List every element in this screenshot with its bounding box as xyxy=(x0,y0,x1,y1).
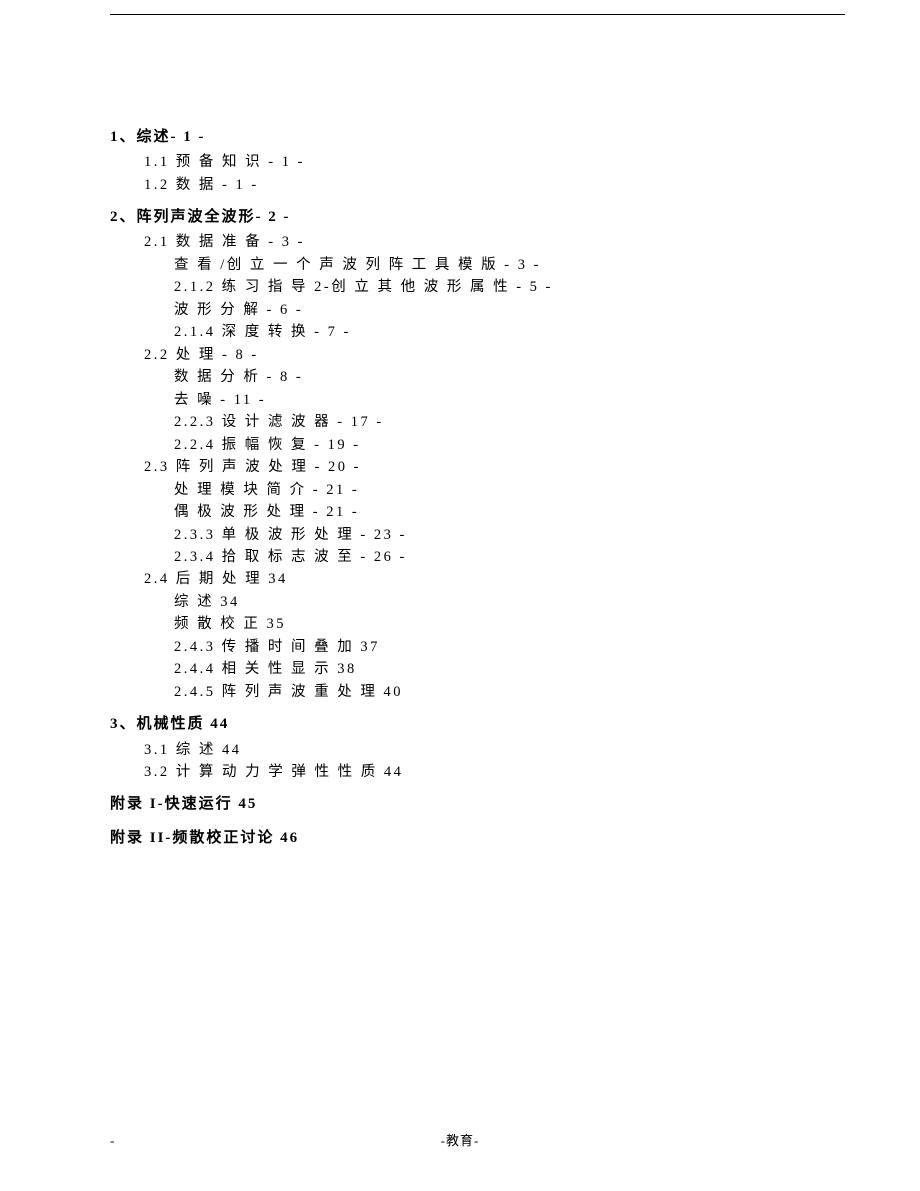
toc-appendix-1: 附录 I-快速运行 45 xyxy=(110,793,810,816)
toc-subitem: 2.1.4 深 度 转 换 - 7 - xyxy=(174,321,810,343)
toc-subitem: 2.2.3 设 计 滤 波 器 - 17 - xyxy=(174,411,810,433)
toc-subitem: 去 噪 - 11 - xyxy=(174,389,810,411)
toc-subitem: 2.4.5 阵 列 声 波 重 处 理 40 xyxy=(174,681,810,703)
toc-section-3: 3、机械性质 44 xyxy=(110,713,810,736)
toc-content: 1、综述- 1 - 1.1 预 备 知 识 - 1 - 1.2 数 据 - 1 … xyxy=(110,0,810,850)
toc-section-1: 1、综述- 1 - xyxy=(110,126,810,149)
toc-item: 1.2 数 据 - 1 - xyxy=(144,174,810,196)
toc-item: 2.1 数 据 准 备 - 3 - xyxy=(144,231,810,253)
toc-item: 3.2 计 算 动 力 学 弹 性 性 质 44 xyxy=(144,761,810,783)
toc-subitem: 2.4.3 传 播 时 间 叠 加 37 xyxy=(174,636,810,658)
toc-section-2: 2、阵列声波全波形- 2 - xyxy=(110,206,810,229)
toc-item: 3.1 综 述 44 xyxy=(144,739,810,761)
toc-appendix-2: 附录 II-频散校正讨论 46 xyxy=(110,827,810,850)
toc-subitem: 频 散 校 正 35 xyxy=(174,613,810,635)
toc-subitem: 2.2.4 振 幅 恢 复 - 19 - xyxy=(174,434,810,456)
toc-subitem: 综 述 34 xyxy=(174,591,810,613)
toc-item: 2.4 后 期 处 理 34 xyxy=(144,568,810,590)
toc-subitem: 偶 极 波 形 处 理 - 21 - xyxy=(174,501,810,523)
header-rule xyxy=(110,14,845,15)
toc-subitem: 波 形 分 解 - 6 - xyxy=(174,299,810,321)
toc-subitem: 查 看 /创 立 一 个 声 波 列 阵 工 具 模 版 - 3 - xyxy=(174,254,810,276)
toc-subitem: 处 理 模 块 简 介 - 21 - xyxy=(174,479,810,501)
toc-subitem: 2.3.4 拾 取 标 志 波 至 - 26 - xyxy=(174,546,810,568)
toc-subitem: 数 据 分 析 - 8 - xyxy=(174,366,810,388)
toc-item: 1.1 预 备 知 识 - 1 - xyxy=(144,151,810,173)
toc-subitem: 2.4.4 相 关 性 显 示 38 xyxy=(174,658,810,680)
footer-center: -教育- xyxy=(0,1130,920,1149)
toc-subitem: 2.1.2 练 习 指 导 2-创 立 其 他 波 形 属 性 - 5 - xyxy=(174,276,810,298)
toc-subitem: 2.3.3 单 极 波 形 处 理 - 23 - xyxy=(174,524,810,546)
toc-item: 2.2 处 理 - 8 - xyxy=(144,344,810,366)
toc-item: 2.3 阵 列 声 波 处 理 - 20 - xyxy=(144,456,810,478)
